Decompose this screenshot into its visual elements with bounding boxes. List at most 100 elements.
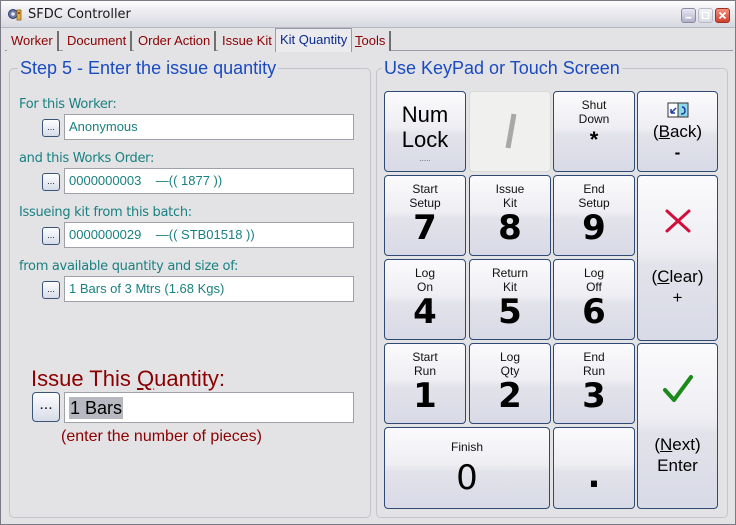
- sfdc-controller-window: SFDC Controller Worker Document Order Ac…: [0, 0, 736, 525]
- back-arrow-icon: [667, 102, 688, 118]
- key-label: (Clear): [638, 266, 717, 287]
- accel: B: [658, 122, 670, 141]
- key-3[interactable]: End Run 3: [553, 343, 635, 424]
- label-text: uantity:: [154, 366, 226, 391]
- key-0[interactable]: Finish 0: [384, 427, 550, 509]
- key-symbol: *: [589, 127, 599, 152]
- key-digit: 0: [456, 458, 478, 498]
- tab-issue-kit[interactable]: Issue Kit: [218, 31, 278, 51]
- works-order-browse-button[interactable]: ...: [42, 173, 60, 191]
- tab-label: Order Action: [138, 33, 211, 48]
- key-digit: 8: [498, 208, 522, 248]
- key-1[interactable]: Start Run 1: [384, 343, 466, 424]
- slash-key[interactable]: [469, 91, 551, 172]
- key-label: Finish: [450, 440, 483, 454]
- key-label: Start: [412, 350, 438, 364]
- minimize-icon: [685, 16, 692, 19]
- maximize-button[interactable]: [698, 8, 713, 23]
- tab-strip: Worker Document Order Action Issue Kit K…: [5, 28, 733, 52]
- key-symbol: Enter: [657, 456, 698, 475]
- key-label: Shut: [581, 98, 607, 112]
- key-sub: .....: [419, 154, 431, 163]
- key-label: Return: [491, 266, 529, 280]
- key-7[interactable]: Start Setup 7: [384, 175, 466, 256]
- batch-browse-button[interactable]: ...: [42, 227, 60, 245]
- key-digit: 6: [582, 292, 606, 332]
- key-label: Log: [583, 266, 605, 280]
- key-6[interactable]: Log Off 6: [553, 259, 635, 340]
- key-label: Issue: [495, 182, 525, 196]
- accel: C: [657, 267, 670, 286]
- close-button[interactable]: [715, 8, 730, 23]
- tab-tools[interactable]: Tools: [351, 31, 392, 51]
- label-rest: lear): [669, 267, 704, 286]
- back-key[interactable]: (Back) -: [637, 91, 718, 172]
- key-label: Log: [499, 350, 521, 364]
- title-bar[interactable]: SFDC Controller: [1, 1, 735, 28]
- quantity-browse-button[interactable]: ...: [32, 392, 60, 422]
- available-quantity-label: from available quantity and size of:: [19, 259, 239, 274]
- panel-title: Use KeyPad or Touch Screen: [382, 58, 622, 78]
- key-5[interactable]: Return Kit 5: [469, 259, 551, 340]
- red-x-icon: [665, 209, 690, 233]
- works-order-field[interactable]: 0000000003 —(( 1877 )): [64, 168, 354, 194]
- batch-field[interactable]: 0000000029 —(( STB01518 )): [64, 222, 354, 248]
- key-label: Lock: [401, 127, 449, 152]
- key-label: Down: [578, 112, 610, 126]
- shutdown-key[interactable]: Shut Down *: [553, 91, 635, 172]
- app-gear-icon: [7, 7, 23, 21]
- tab-label: Document: [67, 33, 127, 48]
- key-label: (Back): [638, 121, 717, 142]
- close-icon: [718, 11, 727, 20]
- window-title: SFDC Controller: [28, 7, 131, 22]
- panel-title: Step 5 - Enter the issue quantity: [18, 58, 279, 78]
- tab-label: Worker: [11, 33, 53, 48]
- key-9[interactable]: End Setup 9: [553, 175, 635, 256]
- clear-key[interactable]: (Clear) +: [637, 175, 718, 341]
- tab-worker[interactable]: Worker: [7, 31, 59, 51]
- key-label: End: [583, 182, 605, 196]
- tab-label: Kit Quantity: [280, 32, 348, 47]
- key-digit: 3: [582, 376, 606, 416]
- minimize-button[interactable]: [681, 8, 696, 23]
- key-4[interactable]: Log On 4: [384, 259, 466, 340]
- key-label: Num: [401, 102, 449, 127]
- key-digit: 4: [413, 292, 437, 332]
- maximize-icon: [701, 11, 710, 20]
- key-digit: 1: [413, 376, 437, 416]
- key-8[interactable]: Issue Kit 8: [469, 175, 551, 256]
- available-quantity-field[interactable]: 1 Bars of 3 Mtrs (1.68 Kgs): [64, 276, 354, 302]
- key-digit: 7: [413, 208, 437, 248]
- tab-label: Issue Kit: [222, 33, 272, 48]
- key-label: (Next): [638, 434, 717, 455]
- batch-label: Issueing kit from this batch:: [19, 205, 192, 220]
- key-symbol: +: [672, 288, 683, 307]
- worker-field[interactable]: Anonymous: [64, 114, 354, 140]
- decimal-key[interactable]: .: [553, 427, 635, 509]
- numlock-key[interactable]: Num Lock .....: [384, 91, 466, 172]
- key-symbol: -: [674, 143, 681, 162]
- label-rest: ack): [669, 122, 703, 141]
- key-label: Start: [412, 182, 438, 196]
- available-quantity-browse-button[interactable]: ...: [42, 281, 60, 299]
- worker-browse-button[interactable]: ...: [42, 119, 60, 137]
- key-digit: 2: [498, 376, 522, 416]
- tab-kit-quantity[interactable]: Kit Quantity: [275, 28, 353, 52]
- label-text: Issue This: [31, 366, 137, 391]
- tab-order-action[interactable]: Order Action: [134, 31, 217, 51]
- key-digit: 5: [498, 292, 522, 332]
- key-2[interactable]: Log Qty 2: [469, 343, 551, 424]
- accel: N: [660, 435, 673, 454]
- quantity-value: 1 Bars: [69, 397, 124, 419]
- label-accel: Q: [136, 366, 155, 391]
- quantity-hint: (enter the number of pieces): [61, 428, 262, 445]
- next-enter-key[interactable]: (Next) Enter: [637, 343, 718, 509]
- issue-quantity-input[interactable]: 1 Bars: [64, 392, 354, 423]
- tab-document[interactable]: Document: [63, 31, 133, 51]
- key-digit: 9: [582, 208, 606, 248]
- key-label: Log: [414, 266, 436, 280]
- tab-label: ools: [361, 33, 386, 48]
- key-label: End: [583, 350, 605, 364]
- slash-glyph-icon: [505, 113, 517, 149]
- works-order-label: and this Works Order:: [19, 151, 155, 166]
